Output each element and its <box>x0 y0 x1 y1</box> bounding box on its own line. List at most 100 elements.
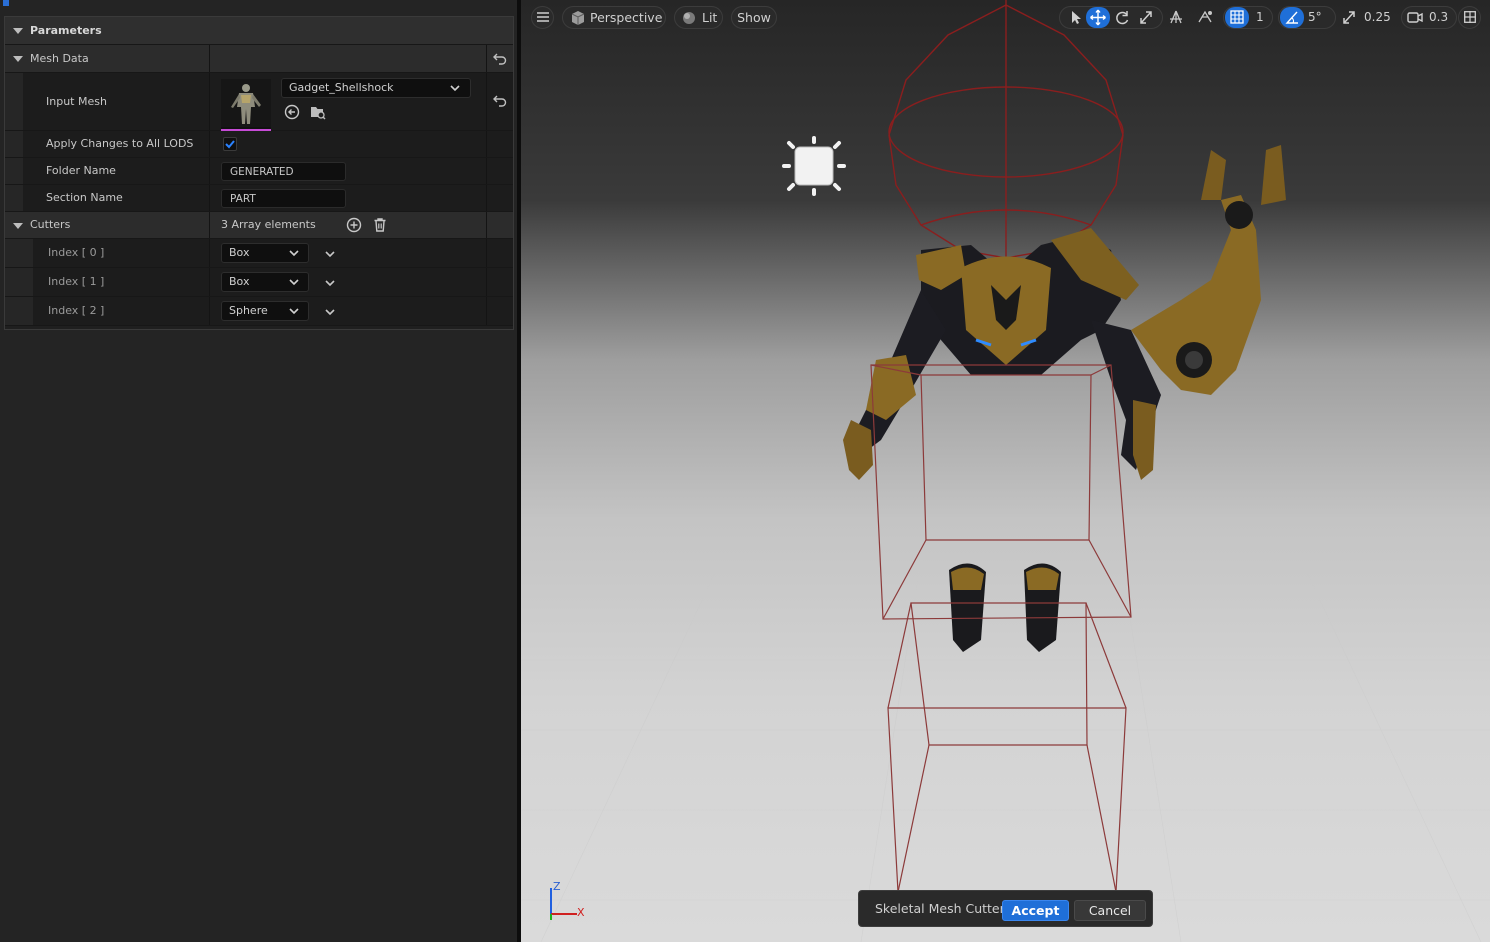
folder-name-row: Folder Name GENERATED <box>5 158 513 185</box>
camera-speed-group[interactable]: 0.3 <box>1401 6 1457 29</box>
show-label: Show <box>737 10 771 25</box>
tool-title: Skeletal Mesh Cutter <box>875 901 1005 916</box>
globe-icon <box>1170 10 1182 24</box>
folder-name-input[interactable]: GENERATED <box>221 162 346 181</box>
viewport-layout-button[interactable] <box>1458 6 1481 29</box>
scale-snap-toggle[interactable] <box>1337 7 1361 28</box>
chevron-down-icon <box>450 85 460 92</box>
axis-x-label: X <box>577 906 585 919</box>
mesh-data-label: Mesh Data <box>30 52 89 65</box>
rotation-snap-group[interactable]: 5° <box>1278 6 1336 29</box>
select-tool[interactable] <box>1063 7 1087 28</box>
tool-accept-bar: Skeletal Mesh Cutter Accept Cancel <box>858 890 1153 927</box>
input-mesh-label: Input Mesh <box>46 95 107 108</box>
mesh-data-category[interactable]: Mesh Data <box>5 45 513 73</box>
parameters-section: Parameters Mesh Data Input Mesh Gadget_S… <box>4 16 514 330</box>
grid-snap-group[interactable]: 1 <box>1223 6 1273 29</box>
collapse-arrow-icon[interactable] <box>13 223 23 229</box>
3d-viewport[interactable]: Perspective Lit Show 1 5° 0.25 0.3 Z X S… <box>521 0 1490 942</box>
cutter-type-value: Box <box>229 275 250 288</box>
cursor-arrow-icon <box>1072 11 1081 24</box>
scene-render <box>521 0 1490 942</box>
sphere-cutter-wireframe <box>888 0 1124 259</box>
show-button[interactable]: Show <box>731 6 777 29</box>
cutter-index-label: Index [ 2 ] <box>48 304 105 317</box>
add-element-icon[interactable] <box>346 217 362 233</box>
details-panel: Parameters Mesh Data Input Mesh Gadget_S… <box>0 0 517 942</box>
scale-icon <box>1140 11 1152 24</box>
grid-snap-toggle[interactable] <box>1225 7 1249 28</box>
axis-gizmo: Z X <box>545 880 615 925</box>
view-mode-label: Perspective <box>590 10 663 25</box>
layout-grid-icon <box>1463 11 1476 23</box>
reset-to-default-icon[interactable] <box>493 53 507 65</box>
world-local-toggle[interactable] <box>1164 7 1188 28</box>
array-count: 3 Array elements <box>221 218 316 231</box>
chevron-down-icon <box>289 308 299 315</box>
reset-to-default-icon[interactable] <box>493 95 507 107</box>
cutter-row: Index [ 1 ] Box <box>5 268 513 297</box>
cutter-index-label: Index [ 1 ] <box>48 275 105 288</box>
mesh-thumbnail[interactable] <box>221 79 271 131</box>
chevron-down-icon <box>289 250 299 257</box>
apply-changes-label: Apply Changes to All LODS <box>46 137 194 150</box>
folder-name-label: Folder Name <box>46 164 116 177</box>
cutter-type-dropdown[interactable]: Box <box>221 272 309 292</box>
transform-tools-group <box>1059 6 1163 29</box>
cutter-row: Index [ 0 ] Box <box>5 239 513 268</box>
scale-snap-icon <box>1343 11 1355 24</box>
cutter-type-value: Sphere <box>229 304 268 317</box>
cutter-type-dropdown[interactable]: Sphere <box>221 301 309 321</box>
browse-asset-icon[interactable] <box>310 104 326 120</box>
expand-element-icon[interactable] <box>325 279 335 287</box>
character-thumbnail-icon <box>221 79 271 127</box>
viewport-menu-button[interactable] <box>531 6 554 29</box>
move-tool[interactable] <box>1086 7 1110 28</box>
surface-snap-icon <box>1198 10 1212 23</box>
grid-snap-value: 1 <box>1256 10 1264 24</box>
cutter-index-label: Index [ 0 ] <box>48 246 105 259</box>
lighting-mode-label: Lit <box>702 10 718 25</box>
apply-changes-row: Apply Changes to All LODS <box>5 131 513 158</box>
surface-snap-toggle[interactable] <box>1193 7 1217 28</box>
scale-snap-group[interactable]: 0.25 <box>1336 6 1398 29</box>
checkmark-icon <box>225 140 235 149</box>
panel-accent-mark <box>3 0 9 6</box>
perspective-button[interactable]: Perspective <box>562 6 666 29</box>
rotate-tool[interactable] <box>1110 7 1134 28</box>
scale-tool[interactable] <box>1134 7 1158 28</box>
expand-element-icon[interactable] <box>325 250 335 258</box>
collapse-arrow-icon[interactable] <box>13 28 23 34</box>
parameters-header[interactable]: Parameters <box>5 17 513 45</box>
axis-z-label: Z <box>553 880 561 893</box>
cutters-label: Cutters <box>30 218 71 231</box>
input-mesh-dropdown[interactable]: Gadget_Shellshock <box>281 78 471 98</box>
cutter-type-value: Box <box>229 246 250 259</box>
light-source-icon <box>782 136 846 196</box>
rotate-icon <box>1116 11 1129 25</box>
section-name-input[interactable]: PART <box>221 189 346 208</box>
rotation-snap-toggle[interactable] <box>1280 7 1304 28</box>
character-mesh <box>843 145 1286 652</box>
apply-changes-checkbox[interactable] <box>223 137 237 151</box>
cancel-button[interactable]: Cancel <box>1074 900 1146 921</box>
parameters-title: Parameters <box>30 24 102 37</box>
lit-sphere-icon <box>683 12 695 24</box>
lit-button[interactable]: Lit <box>674 6 723 29</box>
hamburger-menu-icon <box>536 12 549 22</box>
use-selected-asset-icon[interactable] <box>284 104 300 120</box>
collapse-arrow-icon[interactable] <box>13 56 23 62</box>
chevron-down-icon <box>289 279 299 286</box>
trash-icon[interactable] <box>372 217 388 233</box>
grid-icon <box>1230 10 1244 24</box>
camera-speed-button[interactable] <box>1403 7 1427 28</box>
cutter-type-dropdown[interactable]: Box <box>221 243 309 263</box>
section-name-row: Section Name PART <box>5 185 513 212</box>
scale-snap-value: 0.25 <box>1364 10 1391 24</box>
expand-element-icon[interactable] <box>325 308 335 316</box>
section-name-label: Section Name <box>46 191 123 204</box>
camera-icon <box>1407 12 1423 23</box>
accept-button[interactable]: Accept <box>1002 900 1069 921</box>
camera-speed-value: 0.3 <box>1429 10 1449 24</box>
cutters-category[interactable]: Cutters 3 Array elements <box>5 212 513 239</box>
